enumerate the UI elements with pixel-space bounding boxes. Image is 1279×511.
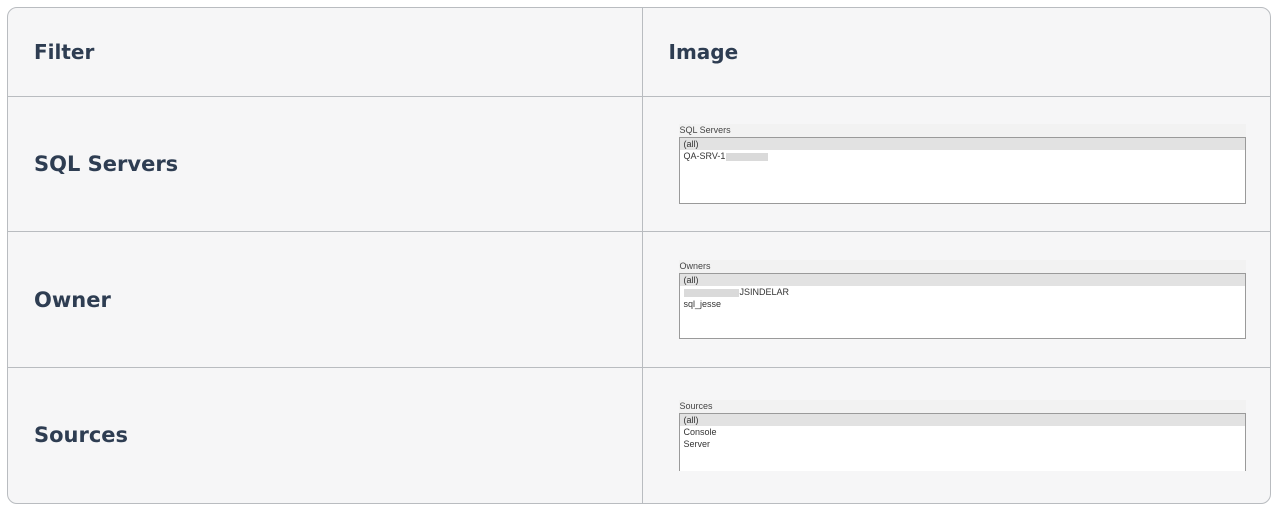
- redacted-block: [683, 288, 739, 297]
- list-item[interactable]: JSINDELAR: [680, 286, 1245, 298]
- header-row: Filter Image: [8, 8, 1270, 97]
- list-item[interactable]: (all): [679, 413, 1245, 426]
- list-item[interactable]: (all): [679, 138, 1245, 151]
- image-cell: Sources (all) Console Server: [642, 367, 1270, 503]
- widget-title: SQL Servers: [679, 125, 731, 136]
- sources-listbox[interactable]: (all) Console Server: [678, 412, 1246, 471]
- list-item[interactable]: Server: [680, 438, 1245, 450]
- header-filter: Filter: [8, 8, 643, 97]
- header-image: Image: [642, 8, 1270, 97]
- list-item[interactable]: sql_jesse: [680, 298, 1245, 310]
- sql-servers-listbox[interactable]: (all) QA-SRV-1: [678, 137, 1246, 205]
- image-cell: Owners (all) JSINDELAR sql_jesse: [642, 231, 1270, 368]
- item-text: JSINDELAR: [739, 287, 790, 298]
- table-row: SQL Servers SQL Servers (all) QA-SRV-1: [8, 96, 1270, 233]
- filter-name: Sources: [8, 367, 643, 503]
- item-text: QA-SRV-1: [683, 151, 726, 162]
- redacted-block: [726, 152, 769, 161]
- list-item[interactable]: (all): [679, 274, 1245, 287]
- table-row: Sources Sources (all) Console Server: [8, 367, 1270, 503]
- filters-table-grid: Filter Image SQL Servers SQL Servers (al…: [8, 8, 1270, 503]
- list-item[interactable]: QA-SRV-1: [680, 150, 1245, 162]
- table-row: Owner Owners (all) JSINDELAR sql_jesse: [8, 231, 1270, 368]
- list-item[interactable]: Console: [680, 426, 1245, 438]
- widget-title: Sources: [679, 400, 713, 411]
- filters-table: Filter Image SQL Servers SQL Servers (al…: [7, 7, 1271, 504]
- widget-title: Owners: [679, 261, 711, 272]
- filter-name: SQL Servers: [8, 96, 643, 233]
- sources-filter-widget: Sources (all) Console Server: [678, 399, 1246, 471]
- filter-name: Owner: [8, 231, 643, 368]
- sql-servers-filter-widget: SQL Servers (all) QA-SRV-1: [678, 124, 1246, 205]
- owners-listbox[interactable]: (all) JSINDELAR sql_jesse: [678, 273, 1246, 340]
- owners-filter-widget: Owners (all) JSINDELAR sql_jesse: [678, 260, 1246, 340]
- image-cell: SQL Servers (all) QA-SRV-1: [642, 96, 1270, 233]
